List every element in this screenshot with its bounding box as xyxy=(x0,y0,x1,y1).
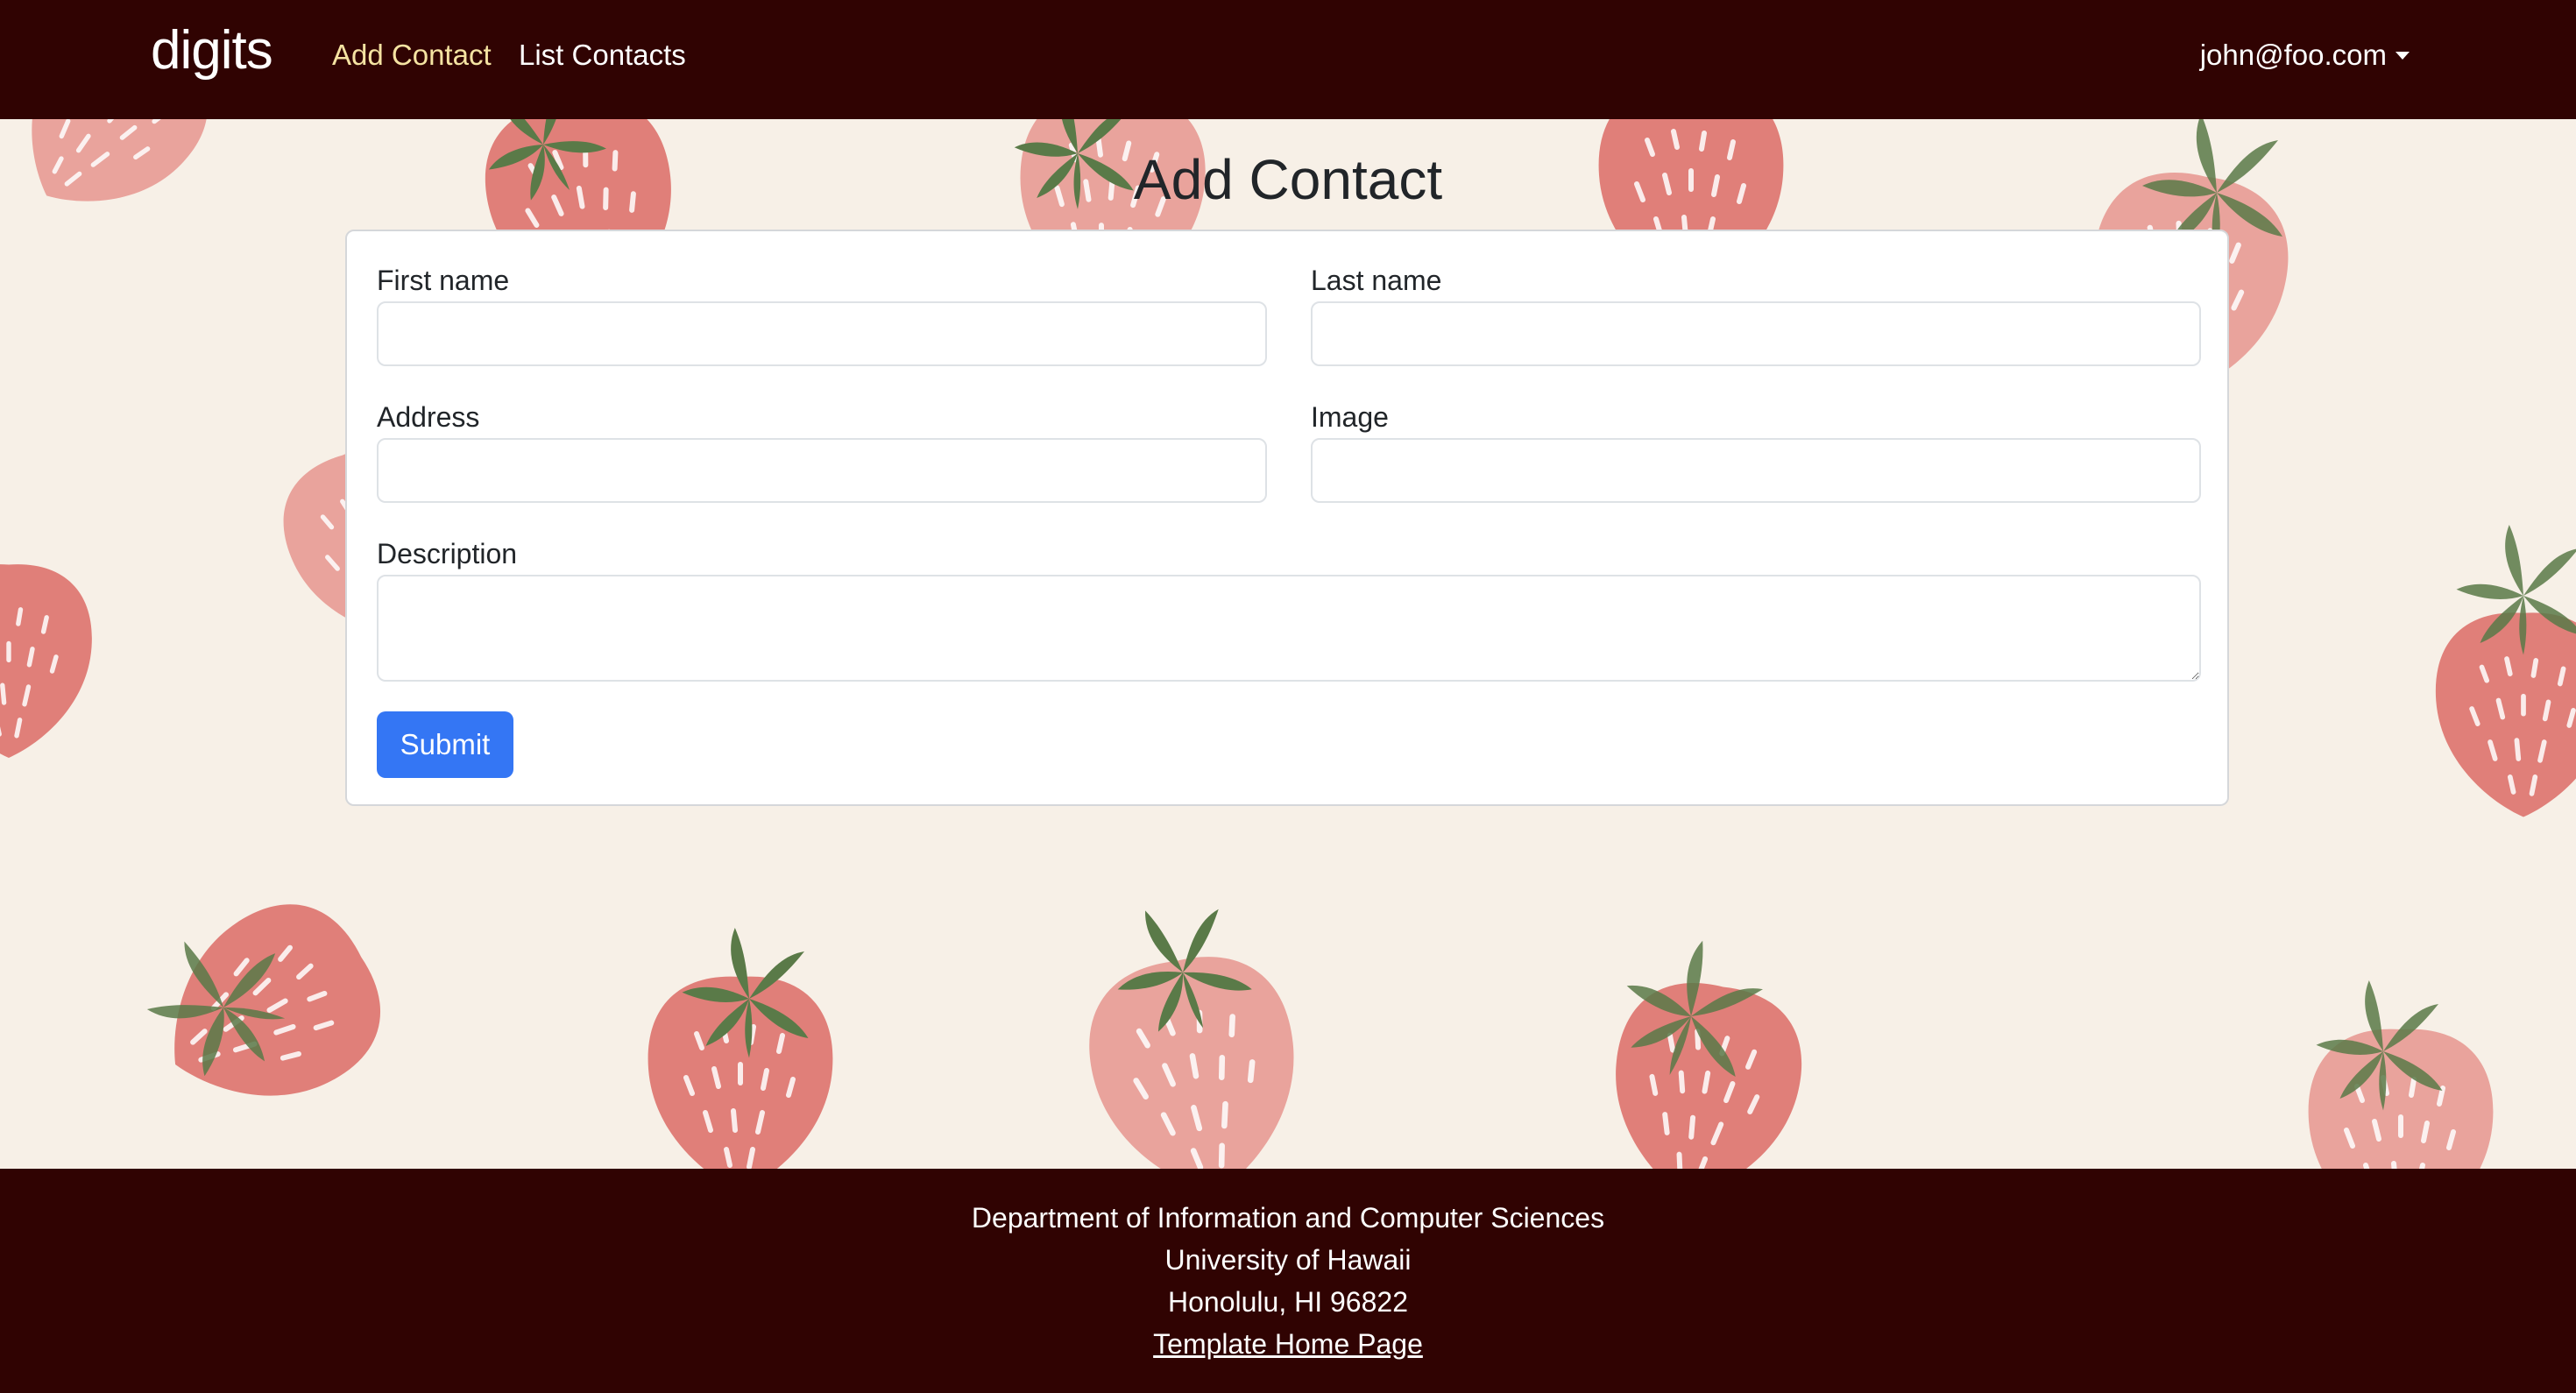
caret-down-icon xyxy=(2396,51,2410,60)
image-label: Image xyxy=(1311,401,1389,433)
description-label: Description xyxy=(377,538,518,569)
submit-button[interactable]: Submit xyxy=(377,711,513,778)
description-textarea[interactable] xyxy=(377,575,2201,682)
first-name-label: First name xyxy=(377,265,510,296)
add-contact-form-card: First name Last name Address Image Descr… xyxy=(345,230,2229,806)
last-name-input[interactable] xyxy=(1311,301,2201,366)
user-email: john@foo.com xyxy=(2199,39,2387,71)
nav-link-list-contacts[interactable]: List Contacts xyxy=(519,39,686,72)
footer: Department of Information and Computer S… xyxy=(0,1169,2576,1393)
footer-department: Department of Information and Computer S… xyxy=(971,1202,1605,1234)
page-title: Add Contact xyxy=(1133,148,1443,211)
user-menu-dropdown[interactable]: john@foo.com xyxy=(2200,39,2410,72)
navbar: digits Add Contact List Contacts john@fo… xyxy=(0,0,2576,119)
nav-link-add-contact[interactable]: Add Contact xyxy=(332,39,492,72)
brand-logo[interactable]: digits xyxy=(151,19,273,81)
address-input[interactable] xyxy=(377,438,1267,503)
footer-university: University of Hawaii xyxy=(1164,1244,1412,1276)
last-name-label: Last name xyxy=(1311,265,1442,296)
template-home-page-link[interactable]: Template Home Page xyxy=(1153,1328,1423,1360)
footer-address: Honolulu, HI 96822 xyxy=(1168,1286,1408,1318)
first-name-input[interactable] xyxy=(377,301,1267,366)
image-input[interactable] xyxy=(1311,438,2201,503)
address-label: Address xyxy=(377,401,480,433)
